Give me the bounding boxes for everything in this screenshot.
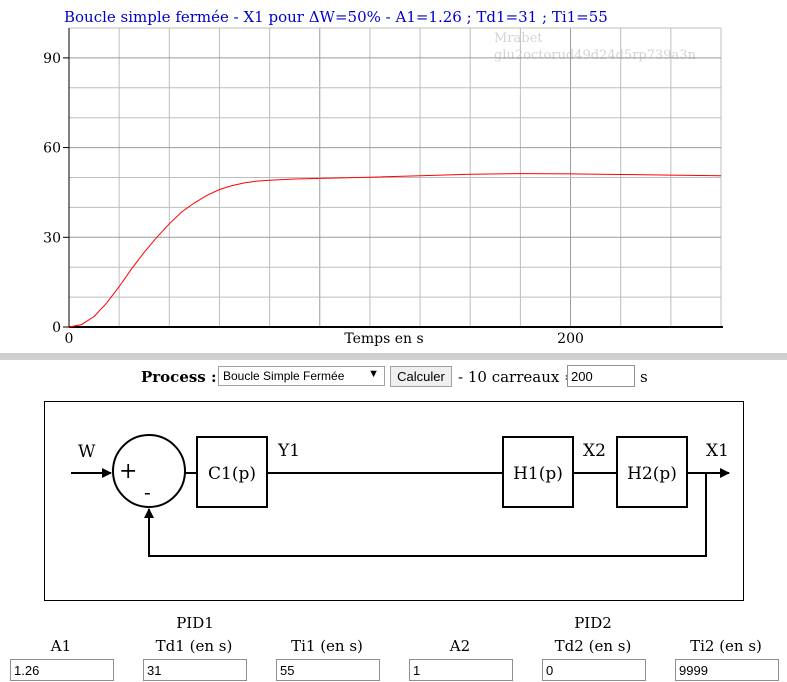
time-span-input[interactable]	[567, 365, 635, 387]
time-unit-label: s	[640, 368, 648, 386]
block-diagram-drawing: W + - C1(p) Y1 H1(p) X2 H2(p) X1	[71, 434, 730, 557]
label-x2: X2	[583, 441, 606, 461]
block-h1-label: H1(p)	[513, 464, 563, 484]
block-c1-label: C1(p)	[208, 464, 256, 484]
label-x1: X1	[706, 441, 729, 461]
block-diagram: W + - C1(p) Y1 H1(p) X2 H2(p) X1	[44, 401, 744, 601]
carreaux-label: - 10 carreaux =	[458, 368, 577, 386]
pid2-label: PID2	[574, 614, 612, 632]
chart-tick-labels: 0 30 60 90 0 200	[43, 51, 584, 347]
x-tick-label: 200	[557, 331, 584, 347]
a2-input[interactable]	[409, 659, 513, 681]
chart-grid	[68, 27, 722, 328]
ti2-input[interactable]	[675, 659, 779, 681]
col-label-a2: A2	[449, 637, 471, 655]
a1-input[interactable]	[10, 659, 114, 681]
x-axis-label: Temps en s	[344, 331, 423, 347]
process-select[interactable]: Boucle Simple Fermée ▼	[218, 366, 385, 386]
y-tick-label: 0	[52, 320, 61, 336]
label-w: W	[78, 442, 96, 462]
label-y1: Y1	[277, 441, 300, 461]
summer-minus: -	[144, 480, 151, 504]
td2-input[interactable]	[542, 659, 646, 681]
x-tick-label: 0	[65, 331, 74, 347]
td1-input[interactable]	[143, 659, 247, 681]
col-label-a1: A1	[50, 637, 72, 655]
ti1-input[interactable]	[276, 659, 380, 681]
response-chart: 0 30 60 90 0 200 Temps en s	[43, 27, 723, 347]
col-label-ti1: Ti1 (en s)	[291, 637, 363, 655]
process-label: Process :	[141, 368, 217, 386]
y-tick-label: 30	[43, 230, 61, 246]
process-select-value: Boucle Simple Fermée	[223, 369, 345, 383]
summer-plus: +	[119, 459, 137, 484]
col-label-td1: Td1 (en s)	[155, 637, 233, 655]
block-h2-label: H2(p)	[627, 464, 677, 484]
y-tick-label: 90	[43, 51, 61, 67]
calculate-button[interactable]: Calculer	[390, 366, 452, 387]
chevron-down-icon: ▼	[368, 368, 379, 380]
col-label-ti2: Ti2 (en s)	[690, 637, 762, 655]
col-label-td2: Td2 (en s)	[554, 637, 632, 655]
section-divider	[0, 353, 787, 360]
process-toolbar: Process : Boucle Simple Fermée ▼ Calcule…	[0, 365, 787, 389]
pid1-label: PID1	[176, 614, 214, 632]
y-tick-label: 60	[43, 141, 61, 157]
series-line-x1	[68, 173, 722, 328]
